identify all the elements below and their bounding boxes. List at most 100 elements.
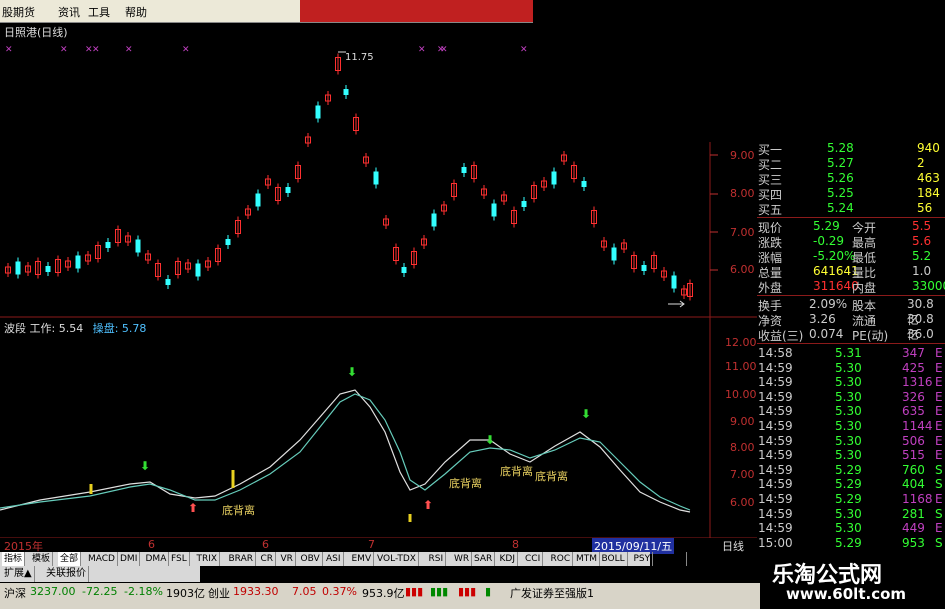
tab-全部[interactable]: 全部 (58, 552, 82, 566)
stat-row[interactable]: 收益(三) 0.074 PE(动) 36.0 (757, 327, 945, 343)
tick-time: 14:59 (758, 448, 793, 463)
quote-separator (757, 217, 945, 218)
stat-value: 5.6 (912, 234, 932, 248)
stat-row[interactable]: 涨幅 -5.20% 最低 5.2 (757, 249, 945, 265)
tab-vr[interactable]: VR (279, 552, 296, 566)
tick-volume: 449 (902, 521, 925, 536)
tick-row[interactable]: 15:00 5.29 953 S (757, 536, 945, 551)
date-label: 6 (262, 538, 269, 551)
sh-index-name[interactable]: 沪深 (4, 585, 26, 601)
stat-row[interactable]: 涨跌 -0.29 最高 5.6 (757, 234, 945, 250)
tick-row[interactable]: 14:59 5.30 281 S (757, 507, 945, 522)
candle-body (641, 265, 647, 271)
tick-time: 14:59 (758, 521, 793, 536)
tab-expand[interactable]: 扩展▲ (2, 566, 35, 582)
tab-obv[interactable]: OBV (299, 552, 323, 566)
candle-body (15, 261, 21, 275)
tab-rsi[interactable]: RSI (427, 552, 447, 566)
tick-row[interactable]: 14:59 5.30 1144 E (757, 419, 945, 434)
tab-fsl[interactable]: FSL (169, 552, 190, 566)
extra-tab-bar: 扩展▲ 关联报价 (0, 566, 200, 582)
period-label[interactable]: 日线 (722, 538, 744, 554)
bid-row[interactable]: 买四 5.25 184 (757, 186, 945, 202)
menu-promo-area[interactable] (300, 0, 533, 22)
menu-tools[interactable]: 工具 (88, 4, 110, 20)
tick-time: 14:59 (758, 433, 793, 448)
tab-mcst[interactable]: MCST (657, 552, 688, 566)
tick-flag: S (935, 462, 943, 477)
menu-news[interactable]: 资讯 (58, 4, 80, 20)
tick-price: 5.30 (835, 506, 862, 521)
tab-roc[interactable]: ROC (549, 552, 574, 566)
bid-row[interactable]: 买二 5.27 2 (757, 156, 945, 172)
marker-dot: ✕ (440, 45, 448, 55)
tick-volume: 404 (902, 477, 925, 492)
indicator-markers: ⬇ ⬇ ⬇ ⬇ ⬆ ⬆ (89, 365, 591, 522)
bid-volume: 184 (917, 186, 940, 200)
tab-sar[interactable]: SAR (472, 552, 496, 566)
bid-row[interactable]: 买五 5.24 56 (757, 201, 945, 217)
tab-brar[interactable]: BRAR (227, 552, 256, 566)
tick-row[interactable]: 14:59 5.30 425 E (757, 361, 945, 376)
tick-row[interactable]: 14:59 5.30 635 E (757, 404, 945, 419)
tab-dma[interactable]: DMA (144, 552, 170, 566)
marker-dot: ✕ (520, 45, 528, 55)
tick-price: 5.30 (835, 448, 862, 463)
tab-emv[interactable]: EMV (350, 552, 375, 566)
sell-arrow-icon: ⬇ (140, 459, 150, 473)
marker-dot: ✕ (60, 45, 68, 55)
tab-asi[interactable]: ASI (324, 552, 344, 566)
kline-chart[interactable]: ✕ ✕ ✕ ✕ ✕ ✕ ✕ ✕✕ ✕ ⬇⬇⬇⬇⬆ ⬆ (0, 22, 757, 542)
tab-指标[interactable]: 指标 (2, 552, 26, 566)
tick-volume: 760 (902, 462, 925, 477)
tab-mtm[interactable]: MTM (574, 552, 601, 566)
tab-vol-tdx[interactable]: VOL-TDX (375, 552, 419, 566)
tick-row[interactable]: 14:59 5.30 515 E (757, 448, 945, 463)
tab-cci[interactable]: CCI (523, 552, 544, 566)
tick-row[interactable]: 14:59 5.29 760 S (757, 463, 945, 478)
tab-boll[interactable]: BOLL (600, 552, 628, 566)
tab-trix[interactable]: TRIX (195, 552, 221, 566)
stat-row[interactable]: 外盘311640内盘33000 (757, 279, 945, 295)
tick-row[interactable]: 14:59 5.30 1316 E (757, 375, 945, 390)
quote-separator (757, 295, 945, 296)
bid-row[interactable]: 买一 5.28 940 (757, 141, 945, 157)
stat-value: 2.09% (809, 297, 848, 311)
tick-row[interactable]: 14:59 5.30 449 E (757, 521, 945, 536)
tick-row[interactable]: 14:58 5.31 347 E (757, 346, 945, 361)
stat-row[interactable]: 总量 641641 量比 1.0 (757, 264, 945, 280)
candle-body (105, 242, 111, 248)
stat-label: PE(动) (852, 329, 889, 343)
candle-body (135, 239, 141, 253)
stat-row[interactable]: 换手 2.09% 股本 30.8亿 (757, 297, 945, 327)
tab-dmi[interactable]: DMI (118, 552, 141, 566)
tick-row[interactable]: 14:59 5.30 326 E (757, 390, 945, 405)
tab-macd[interactable]: MACD (86, 552, 118, 566)
tick-price: 5.30 (835, 375, 862, 390)
tick-row[interactable]: 14:59 5.30 506 E (757, 434, 945, 449)
tab-related-quote[interactable]: 关联报价 (44, 566, 89, 582)
bid-row[interactable]: 买三 5.26 463 (757, 171, 945, 187)
tick-row[interactable]: 14:59 5.29 1168 E (757, 492, 945, 507)
tab-kdj[interactable]: KDJ (498, 552, 518, 566)
tab-wr[interactable]: WR (452, 552, 473, 566)
candle-body (401, 267, 407, 273)
last-price-arrow (668, 300, 685, 308)
tab-模板[interactable]: 模板 (30, 552, 54, 566)
tick-row[interactable]: 14:59 5.29 404 S (757, 477, 945, 492)
tick-price: 5.29 (835, 535, 862, 550)
tab-psy[interactable]: PSY (632, 552, 654, 566)
tick-price: 5.30 (835, 419, 862, 433)
tick-time: 15:00 (758, 535, 793, 550)
candle-body (521, 201, 527, 207)
stat-row[interactable]: 净资 3.26 流通 30.8亿 (757, 312, 945, 342)
menu-futures[interactable]: 股期货 (2, 4, 35, 20)
tick-time: 14:59 (758, 506, 793, 521)
tab-cr[interactable]: CR (259, 552, 277, 566)
ind-axis-tick: 9.00 (730, 415, 755, 428)
candle-body (581, 181, 587, 187)
stat-row[interactable]: 现价 5.29 今开 5.5 (757, 219, 945, 235)
chart-title: 日照港(日线) (4, 26, 68, 39)
menu-help[interactable]: 帮助 (125, 4, 147, 20)
cy-index-name[interactable]: 创业 (208, 585, 230, 601)
